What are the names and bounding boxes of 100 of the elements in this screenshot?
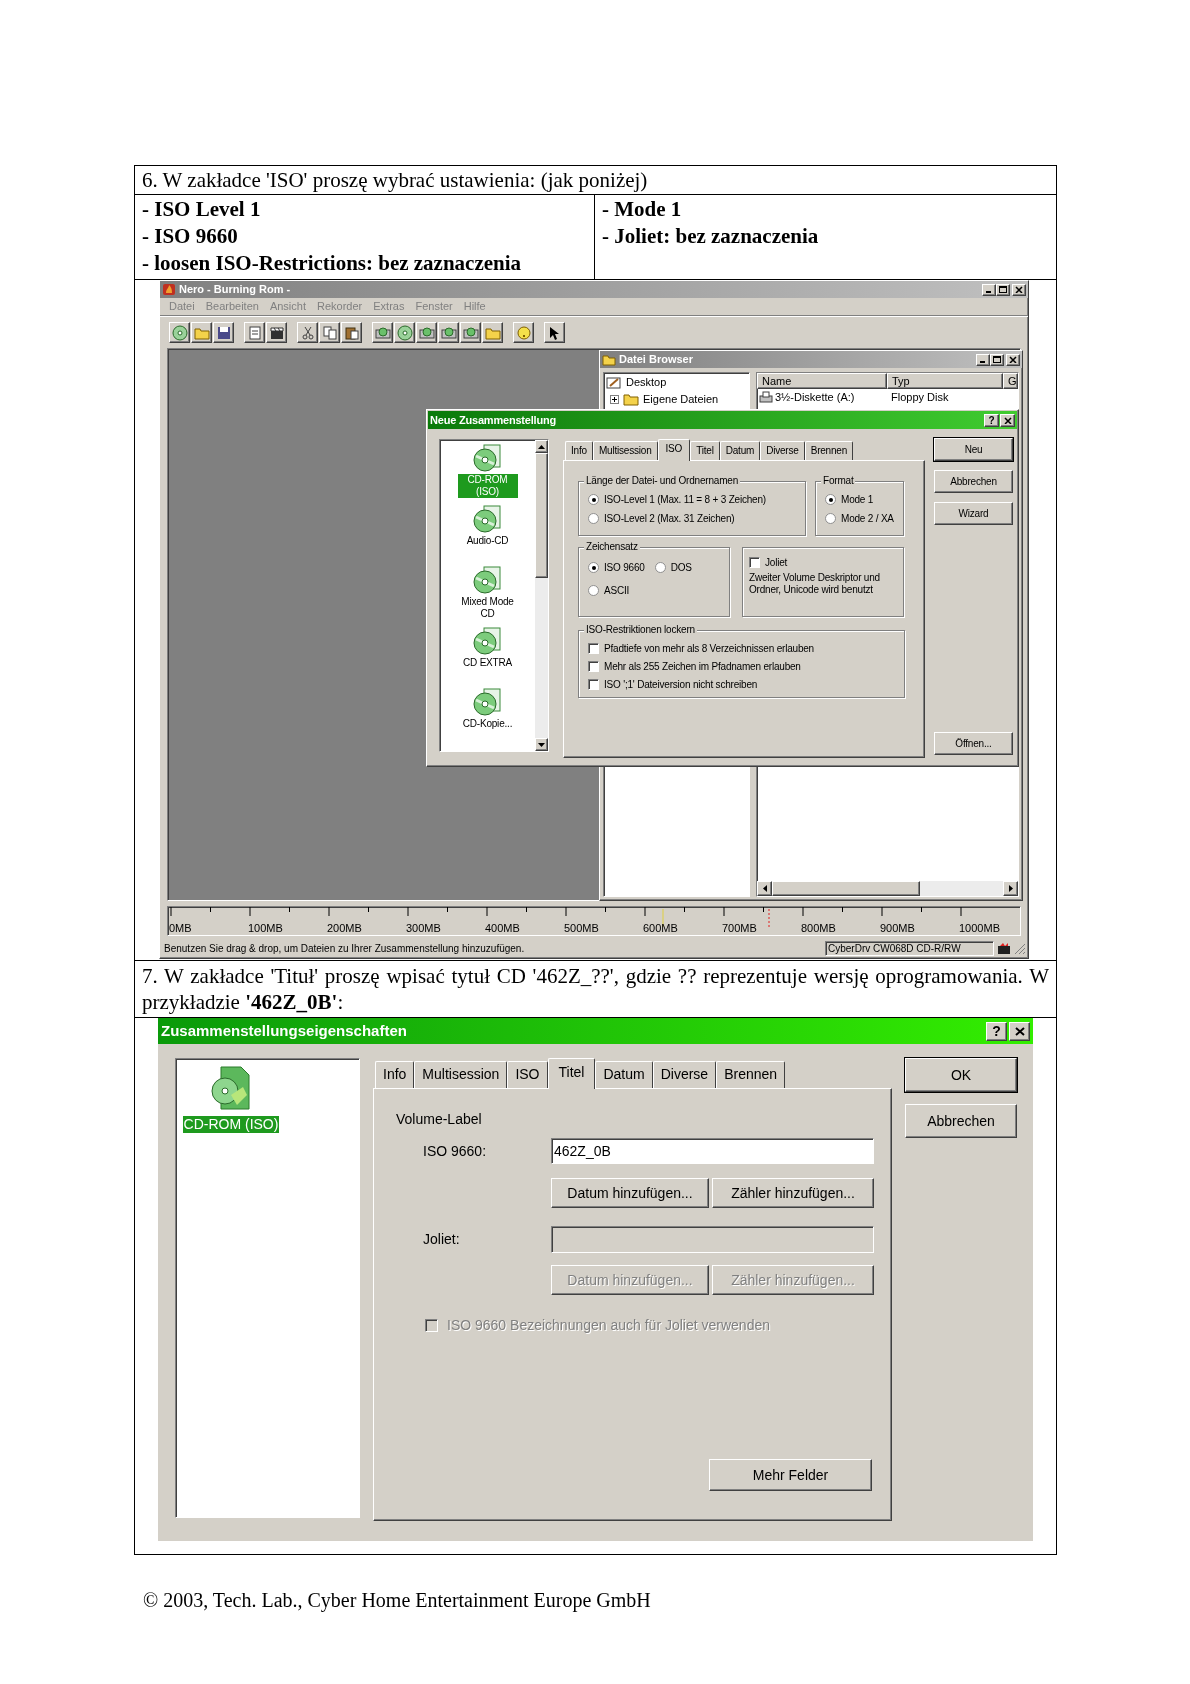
- tab[interactable]: Info: [565, 441, 593, 460]
- toolbar-button[interactable]: [266, 322, 287, 343]
- vertical-scrollbar[interactable]: [535, 440, 548, 751]
- tab[interactable]: Info: [375, 1061, 415, 1088]
- input-field[interactable]: 462Z_0B: [551, 1138, 874, 1164]
- disc-document-icon: [471, 503, 504, 535]
- checkbox-label: Mehr als 255 Zeichen im Pfadnamen erlauben: [604, 660, 801, 674]
- compilation-type-item[interactable]: Audio-CD: [465, 535, 510, 547]
- burner-icon: [997, 942, 1011, 955]
- toolbar-button[interactable]: [297, 322, 318, 343]
- dialog-button[interactable]: Datum hinzufügen...: [551, 1178, 709, 1208]
- dialog-button[interactable]: Neu: [934, 438, 1013, 461]
- radio-label: ASCII: [604, 584, 630, 598]
- left-arrow-icon: [762, 885, 767, 892]
- tab[interactable]: Diverse: [760, 441, 805, 460]
- joliet-description: Zweiter Volume Deskriptor und Ordner, Unicode wird benutzt: [749, 572, 881, 596]
- toolbar-button[interactable]: [244, 322, 265, 343]
- help-button[interactable]: ?: [986, 1021, 1007, 1041]
- radio-label: ISO 9660: [604, 561, 645, 575]
- toolbar-button[interactable]: [169, 322, 190, 343]
- copy-icon: [321, 324, 338, 341]
- tab[interactable]: Multisession: [414, 1061, 508, 1088]
- radio-button[interactable]: [588, 585, 599, 596]
- toolbar-button[interactable]: [460, 322, 481, 343]
- compilation-type-item[interactable]: CD-ROM (ISO): [457, 474, 518, 498]
- radio-button[interactable]: [825, 494, 836, 505]
- radio-button[interactable]: [654, 562, 666, 573]
- toolbar-button[interactable]: [394, 322, 415, 343]
- maximize-button[interactable]: [996, 283, 1010, 296]
- toolbar-button[interactable]: [513, 322, 534, 343]
- close-icon: [1003, 416, 1012, 424]
- compilation-type-item[interactable]: CD-Kopie...: [461, 718, 514, 730]
- tab[interactable]: ISO: [507, 1061, 548, 1088]
- maximize-button[interactable]: [990, 353, 1004, 366]
- radio-label: DOS: [670, 561, 692, 575]
- compilation-type-item[interactable]: Mixed Mode CD: [457, 596, 518, 620]
- radio-button[interactable]: [588, 513, 599, 524]
- dialog-button[interactable]: Wizard: [934, 502, 1013, 525]
- down-arrow-icon: [538, 742, 545, 747]
- checkbox[interactable]: [588, 679, 599, 690]
- column-header[interactable]: Name: [757, 373, 887, 389]
- tree-item[interactable]: Eigene Dateien: [643, 391, 719, 408]
- minimize-button[interactable]: [982, 283, 996, 296]
- column-header[interactable]: G: [1003, 373, 1018, 389]
- disc-icon: [396, 324, 413, 341]
- radio-button[interactable]: [588, 562, 599, 573]
- radio-label: Mode 1: [841, 493, 874, 507]
- tab[interactable]: Brennen: [716, 1061, 786, 1088]
- tab[interactable]: Titel: [690, 441, 720, 460]
- setting-line: - loosen ISO-Restrictions: bez zaznaczenia: [142, 250, 522, 277]
- close-button[interactable]: [1000, 413, 1015, 427]
- dialog-button[interactable]: Zähler hinzufügen...: [712, 1178, 874, 1208]
- toolbar-button[interactable]: [319, 322, 340, 343]
- group-label: ISO-Restriktionen lockern: [584, 624, 697, 636]
- tab[interactable]: ISO: [657, 439, 691, 461]
- tab[interactable]: Brennen: [804, 441, 854, 460]
- checkbox[interactable]: [588, 643, 599, 654]
- paste-icon: [343, 324, 360, 341]
- toolbar-button[interactable]: [372, 322, 393, 343]
- toolbar-button[interactable]: [438, 322, 459, 343]
- status-message: Benutzen Sie drag & drop, um Dateien zu Ihrer Zusammenstellung hinzuzufügen.: [163, 942, 526, 956]
- toolbar-button[interactable]: [544, 322, 565, 343]
- help-button[interactable]: ?: [984, 413, 999, 427]
- toolbar-button[interactable]: [482, 322, 503, 343]
- radio-button[interactable]: [588, 494, 599, 505]
- compilation-type-item[interactable]: CD EXTRA: [462, 657, 513, 669]
- more-fields-button[interactable]: Mehr Felder: [709, 1459, 872, 1491]
- horizontal-scrollbar[interactable]: [757, 881, 1018, 896]
- close-button[interactable]: [1009, 1021, 1030, 1041]
- expand-box-icon[interactable]: [610, 395, 619, 404]
- disc-document-icon: [471, 625, 504, 657]
- compilation-type-item[interactable]: CD-ROM (ISO): [182, 1116, 280, 1133]
- folder-icon: [623, 393, 639, 406]
- ruler-label: 900MB: [880, 922, 915, 934]
- close-button[interactable]: [1006, 353, 1020, 366]
- column-header[interactable]: Typ: [887, 373, 1003, 389]
- dialog-button[interactable]: Abbrechen: [934, 470, 1013, 493]
- tab[interactable]: Titel: [547, 1058, 596, 1089]
- checkbox[interactable]: [749, 557, 760, 568]
- close-button[interactable]: [1012, 283, 1026, 296]
- dialog-button[interactable]: Abbrechen: [905, 1104, 1017, 1138]
- toolbar-button[interactable]: [341, 322, 362, 343]
- dialog-button[interactable]: OK: [905, 1058, 1017, 1092]
- tree-item[interactable]: Desktop: [626, 374, 667, 391]
- toolbar-button[interactable]: [191, 322, 212, 343]
- drive-icon: [418, 324, 435, 341]
- toolbar-button[interactable]: [213, 322, 234, 343]
- tab[interactable]: Datum: [595, 1061, 653, 1088]
- tab[interactable]: Multisession: [592, 441, 658, 460]
- minimize-button[interactable]: [976, 353, 990, 366]
- checkbox[interactable]: [588, 661, 599, 672]
- radio-button[interactable]: [825, 513, 836, 524]
- toolbar-button[interactable]: [416, 322, 437, 343]
- recorder-field: CyberDrv CW068D CD-R/RW: [825, 941, 994, 956]
- tab[interactable]: Datum: [719, 441, 761, 460]
- drive-icon: [440, 324, 457, 341]
- tab[interactable]: Diverse: [652, 1061, 717, 1088]
- open-button[interactable]: Öffnen...: [934, 732, 1013, 755]
- document-icon: [246, 324, 263, 341]
- radio-label: ISO-Level 1 (Max. 11 = 8 + 3 Zeichen): [604, 493, 766, 507]
